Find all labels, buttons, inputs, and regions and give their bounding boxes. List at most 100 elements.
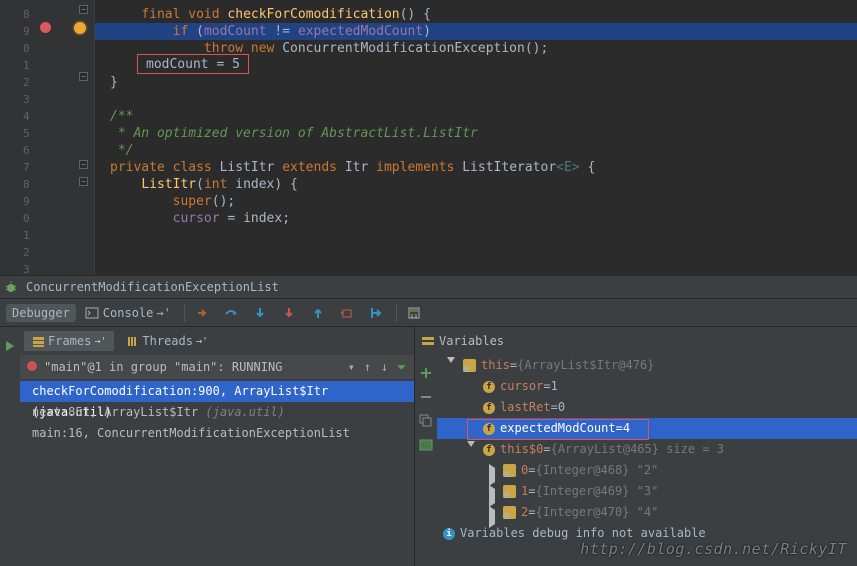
fold-indicator-icon[interactable]: −: [79, 5, 88, 14]
variable-row[interactable]: flastRet = 0: [437, 397, 857, 418]
line-number: 9: [0, 193, 30, 210]
code-line[interactable]: }modCount = 5: [95, 57, 857, 74]
frames-filter-button[interactable]: ⏷: [393, 360, 410, 375]
thread-status-icon: [24, 360, 40, 375]
line-number: 8: [0, 176, 30, 193]
code-line[interactable]: }: [95, 74, 857, 91]
line-number: 6: [0, 142, 30, 159]
code-line[interactable]: private class ListItr extends Itr implem…: [95, 159, 857, 176]
frames-tab-label: Frames: [48, 334, 91, 348]
show-watches-button[interactable]: [418, 437, 434, 453]
debugger-tab[interactable]: Debugger: [6, 304, 76, 322]
threads-icon: [126, 335, 139, 348]
console-tab-label: Console: [103, 306, 154, 320]
line-number: 2: [0, 244, 30, 261]
debug-tab-bar: ConcurrentModificationExceptionList: [0, 275, 857, 298]
frames-list: checkForComodification:900, ArrayList$It…: [20, 379, 414, 446]
code-line[interactable]: if (modCount != expectedModCount): [95, 23, 857, 40]
code-line[interactable]: [95, 91, 857, 108]
lightbulb-icon[interactable]: [74, 22, 86, 34]
frame-item[interactable]: main:16, ConcurrentModificationException…: [20, 423, 414, 444]
duplicate-button[interactable]: [418, 413, 434, 429]
editor-gutter: 8901234567890123 − − − −: [0, 0, 95, 275]
line-number: 0: [0, 40, 30, 57]
fold-indicator-icon[interactable]: −: [79, 160, 88, 169]
code-editor: 8901234567890123 − − − − final void chec…: [0, 0, 857, 275]
debug-config-name[interactable]: ConcurrentModificationExceptionList: [20, 280, 285, 294]
console-tab[interactable]: Console →': [79, 304, 177, 322]
debug-toolbar: Debugger Console →': [0, 298, 857, 327]
line-number: 2: [0, 74, 30, 91]
variables-header: Variables: [415, 327, 857, 355]
run-to-cursor-button[interactable]: [363, 304, 389, 322]
code-line[interactable]: final void checkForComodification() {: [95, 6, 857, 23]
show-execution-point-button[interactable]: [189, 304, 215, 322]
force-step-into-button[interactable]: [276, 304, 302, 322]
tab-frames[interactable]: Frames →': [24, 331, 114, 351]
evaluate-expression-button[interactable]: [401, 304, 427, 322]
step-over-button[interactable]: [218, 304, 244, 322]
debug-lower-panels: Frames →' Threads →' "main"@1 in group "…: [0, 327, 857, 566]
frame-item[interactable]: checkForComodification:900, ArrayList$It…: [20, 381, 414, 402]
object-icon: ≡: [503, 464, 516, 477]
code-line[interactable]: ListItr(int index) {: [95, 176, 857, 193]
frames-panel: Frames →' Threads →' "main"@1 in group "…: [20, 327, 415, 566]
line-number: 0: [0, 210, 30, 227]
code-area[interactable]: final void checkForComodification() { if…: [95, 0, 857, 275]
variable-row[interactable]: ≡2 = {Integer@470} "4": [437, 502, 857, 523]
variables-panel: Variables ≡this = {ArrayList$Itr@476}fcu…: [415, 327, 857, 566]
console-arrow-icon: →': [156, 306, 170, 320]
code-line[interactable]: /**: [95, 108, 857, 125]
variable-row[interactable]: ≡0 = {Integer@468} "2": [437, 460, 857, 481]
value-tooltip: modCount = 5: [137, 54, 249, 74]
add-watch-button[interactable]: [418, 365, 434, 381]
fold-indicator-icon[interactable]: −: [79, 177, 88, 186]
fold-indicator-icon[interactable]: −: [79, 72, 88, 81]
variable-row[interactable]: fexpectedModCount = 4: [437, 418, 857, 439]
pin-icon: →': [94, 336, 106, 347]
next-frame-button[interactable]: ↓: [376, 360, 393, 375]
line-numbers: 8901234567890123: [0, 0, 36, 275]
variables-body: ≡this = {ArrayList$Itr@476}fcursor = 1fl…: [415, 355, 857, 566]
step-out-button[interactable]: [305, 304, 331, 322]
code-line[interactable]: */: [95, 142, 857, 159]
remove-watch-button[interactable]: [418, 389, 434, 405]
field-icon: f: [483, 381, 495, 393]
chevron-down-icon[interactable]: ▾: [344, 360, 359, 374]
variables-header-label: Variables: [439, 334, 504, 348]
drop-frame-button[interactable]: [334, 304, 360, 322]
thread-selector-row: "main"@1 in group "main": RUNNING ▾ ↑ ↓ …: [20, 355, 414, 379]
variables-tree[interactable]: ≡this = {ArrayList$Itr@476}fcursor = 1fl…: [437, 355, 857, 566]
console-icon: [85, 306, 99, 320]
frame-item[interactable]: next:851, ArrayList$Itr (java.util): [20, 402, 414, 423]
pin-icon: →': [196, 336, 208, 347]
code-line[interactable]: cursor = index;: [95, 210, 857, 227]
left-tool-column: [0, 327, 20, 566]
rerun-button[interactable]: [2, 338, 18, 354]
variable-row[interactable]: ≡1 = {Integer@469} "3": [437, 481, 857, 502]
object-icon: ≡: [463, 359, 476, 372]
prev-frame-button[interactable]: ↑: [359, 360, 376, 375]
line-number: 8: [0, 6, 30, 23]
variable-row[interactable]: fcursor = 1: [437, 376, 857, 397]
variables-tools: [415, 355, 437, 566]
thread-selector[interactable]: "main"@1 in group "main": RUNNING: [40, 360, 344, 374]
field-icon: f: [483, 423, 495, 435]
breakpoint-icon[interactable]: [40, 22, 51, 33]
step-into-button[interactable]: [247, 304, 273, 322]
variables-info: iVariables debug info not available: [437, 523, 857, 544]
code-line[interactable]: * An optimized version of AbstractList.L…: [95, 125, 857, 142]
frames-icon: [32, 335, 45, 348]
object-icon: ≡: [503, 485, 516, 498]
line-number: 4: [0, 108, 30, 125]
object-icon: ≡: [503, 506, 516, 519]
frames-content: "main"@1 in group "main": RUNNING ▾ ↑ ↓ …: [20, 355, 414, 566]
variable-row[interactable]: ≡this = {ArrayList$Itr@476}: [437, 355, 857, 376]
info-icon: i: [443, 528, 455, 540]
line-number: 1: [0, 227, 30, 244]
variable-row[interactable]: fthis$0 = {ArrayList@465} size = 3: [437, 439, 857, 460]
code-line[interactable]: super();: [95, 193, 857, 210]
tab-threads[interactable]: Threads →': [118, 331, 216, 351]
line-number: 9: [0, 23, 30, 40]
line-number: 3: [0, 261, 30, 275]
